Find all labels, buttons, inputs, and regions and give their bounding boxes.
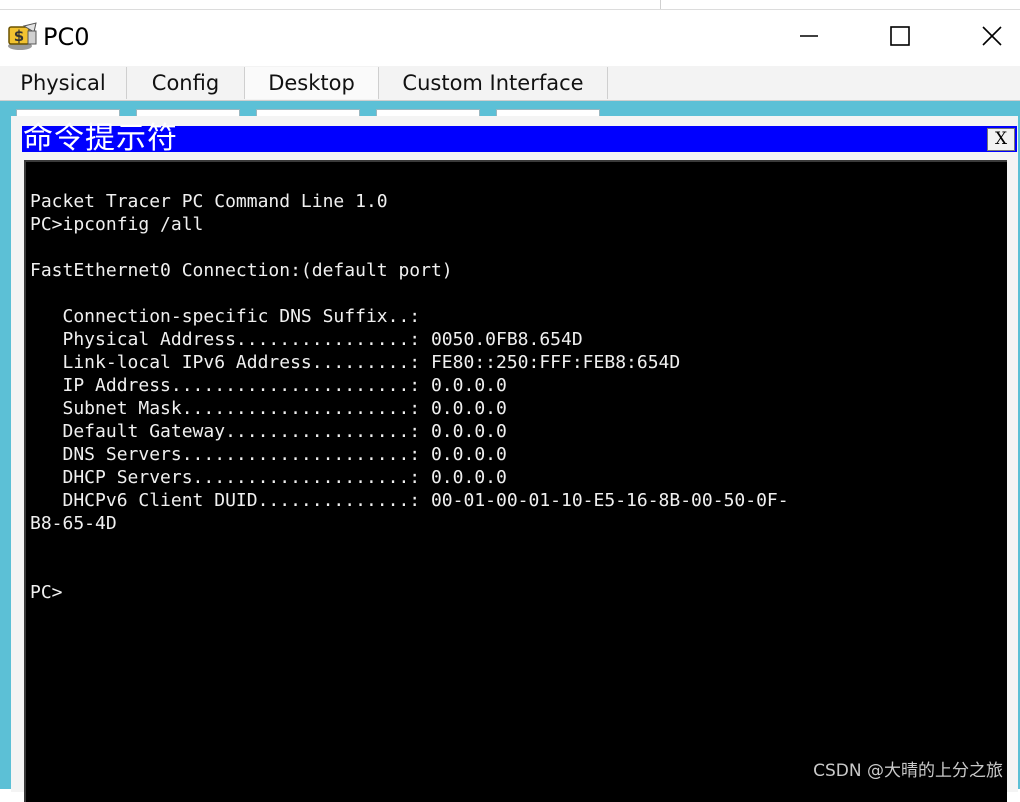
command-prompt-close-button[interactable]: X bbox=[987, 128, 1015, 151]
desktop-app-icon[interactable] bbox=[376, 109, 480, 116]
desktop-area: 命令提示符 X Packet Tracer PC Command Line 1.… bbox=[0, 101, 1020, 802]
terminal-line: Link-local IPv6 Address.........: FE80::… bbox=[30, 352, 681, 373]
top-edge-segment bbox=[0, 0, 661, 9]
desktop-app-icon[interactable] bbox=[256, 109, 360, 116]
desktop-app-icon[interactable] bbox=[496, 109, 600, 116]
close-button[interactable] bbox=[969, 18, 1015, 58]
terminal-line: DHCPv6 Client DUID..............: 00-01-… bbox=[30, 490, 789, 511]
terminal-line: Physical Address................: 0050.0… bbox=[30, 329, 583, 350]
maximize-button[interactable] bbox=[877, 18, 923, 58]
window-title: PC0 bbox=[43, 23, 90, 51]
terminal-line: IP Address......................: 0.0.0.… bbox=[30, 375, 507, 396]
desktop-app-icon[interactable] bbox=[16, 109, 120, 116]
terminal-line: Packet Tracer PC Command Line 1.0 bbox=[30, 191, 388, 212]
tab-physical[interactable]: Physical bbox=[0, 67, 127, 99]
window-titlebar[interactable]: $ PC0 bbox=[0, 9, 1020, 66]
minimize-button[interactable] bbox=[786, 18, 832, 58]
tab-desktop[interactable]: Desktop bbox=[245, 67, 379, 99]
top-window-edge bbox=[0, 0, 1020, 9]
desktop-app-icon[interactable] bbox=[136, 109, 240, 116]
terminal-line: PC>ipconfig /all bbox=[30, 214, 204, 235]
terminal-line: Subnet Mask.....................: 0.0.0.… bbox=[30, 398, 507, 419]
command-prompt-window: 命令提示符 X Packet Tracer PC Command Line 1.… bbox=[11, 116, 1018, 802]
maximize-icon bbox=[889, 25, 911, 51]
tab-custom-interface[interactable]: Custom Interface bbox=[379, 67, 608, 99]
terminal-line: FastEthernet0 Connection:(default port) bbox=[30, 260, 453, 281]
packet-tracer-pc-icon: $ bbox=[6, 22, 38, 52]
terminal-line: B8-65-4D bbox=[30, 513, 117, 534]
command-prompt-titlebar[interactable]: 命令提示符 X bbox=[22, 122, 1017, 156]
command-prompt-title: 命令提示符 bbox=[23, 121, 178, 156]
terminal-line: PC> bbox=[30, 582, 63, 603]
watermark-text: CSDN @大晴的上分之旅 bbox=[813, 761, 1003, 781]
tab-config[interactable]: Config bbox=[127, 67, 245, 99]
terminal-line: DNS Servers.....................: 0.0.0.… bbox=[30, 444, 507, 465]
tab-bar: Physical Config Desktop Custom Interface bbox=[0, 66, 1020, 101]
minimize-icon bbox=[798, 25, 820, 51]
svg-text:$: $ bbox=[14, 27, 24, 45]
terminal-output[interactable]: Packet Tracer PC Command Line 1.0 PC>ipc… bbox=[24, 160, 1007, 802]
terminal-line: Default Gateway.................: 0.0.0.… bbox=[30, 421, 507, 442]
terminal-line: Connection-specific DNS Suffix..: bbox=[30, 306, 421, 327]
close-icon bbox=[981, 25, 1003, 51]
terminal-text[interactable]: Packet Tracer PC Command Line 1.0 PC>ipc… bbox=[30, 190, 789, 604]
terminal-line: DHCP Servers....................: 0.0.0.… bbox=[30, 467, 507, 488]
